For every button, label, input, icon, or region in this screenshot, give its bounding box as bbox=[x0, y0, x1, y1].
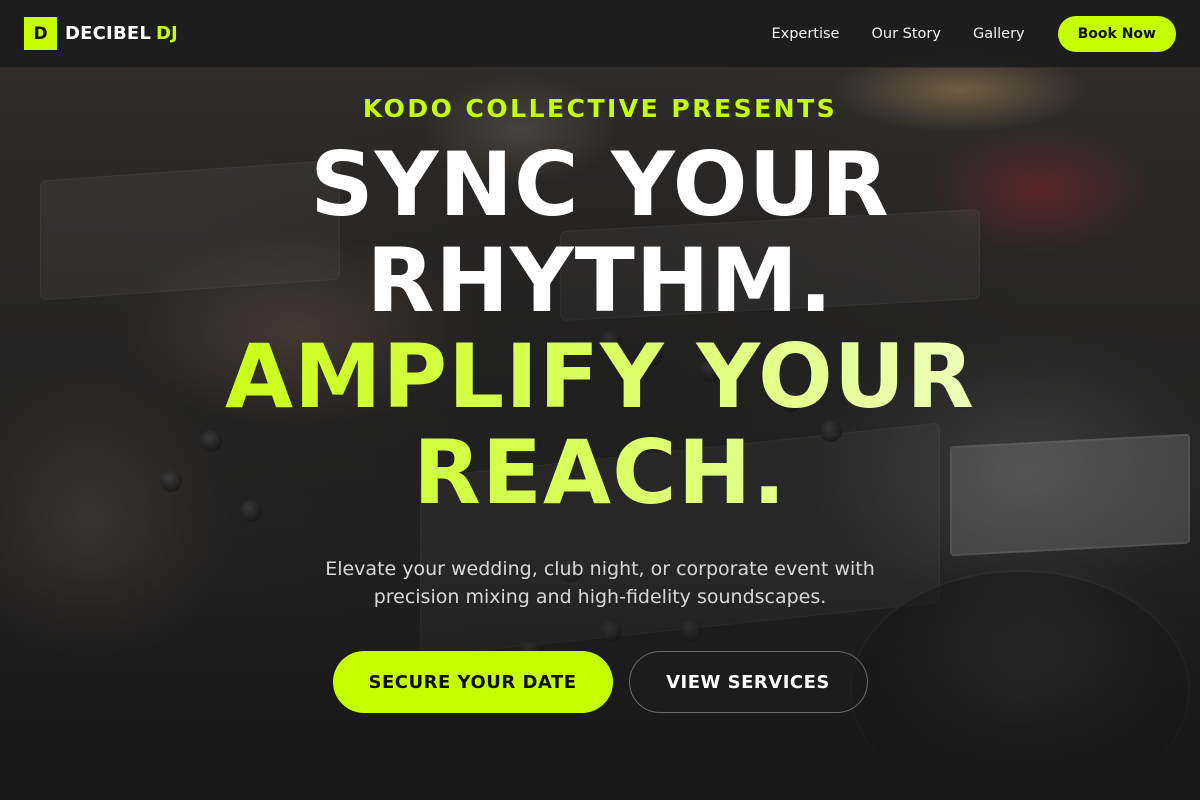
book-now-button[interactable]: Book Now bbox=[1057, 15, 1176, 52]
hero-cta-row: SECURE YOUR DATE VIEW SERVICES bbox=[332, 651, 868, 713]
brand-name: DECIBEL bbox=[65, 23, 152, 44]
brand-logo-mark: D bbox=[24, 17, 57, 50]
headline-line-white: SYNC YOUR RHYTHM. bbox=[310, 133, 890, 332]
nav-links: Expertise Our Story Gallery Book Now bbox=[771, 15, 1176, 52]
nav-link-expertise[interactable]: Expertise bbox=[771, 26, 839, 42]
hero-headline: SYNC YOUR RHYTHM. AMPLIFY YOUR REACH. bbox=[100, 137, 1100, 521]
hero-subtitle: Elevate your wedding, club night, or cor… bbox=[325, 558, 875, 608]
headline-line-accent: AMPLIFY YOUR REACH. bbox=[100, 329, 1100, 521]
brand-logo-link[interactable]: D DECIBEL DJ bbox=[24, 17, 178, 50]
secure-your-date-button[interactable]: SECURE YOUR DATE bbox=[332, 651, 613, 713]
nav-link-gallery[interactable]: Gallery bbox=[973, 26, 1025, 42]
nav-link-our-story[interactable]: Our Story bbox=[871, 26, 940, 42]
hero-section: KODO COLLECTIVE PRESENTS SYNC YOUR RHYTH… bbox=[0, 68, 1200, 800]
top-navbar: D DECIBEL DJ Expertise Our Story Gallery… bbox=[0, 0, 1200, 68]
brand-name-accent: DJ bbox=[156, 23, 178, 44]
hero-eyebrow: KODO COLLECTIVE PRESENTS bbox=[362, 94, 838, 123]
view-services-button[interactable]: VIEW SERVICES bbox=[628, 651, 868, 713]
